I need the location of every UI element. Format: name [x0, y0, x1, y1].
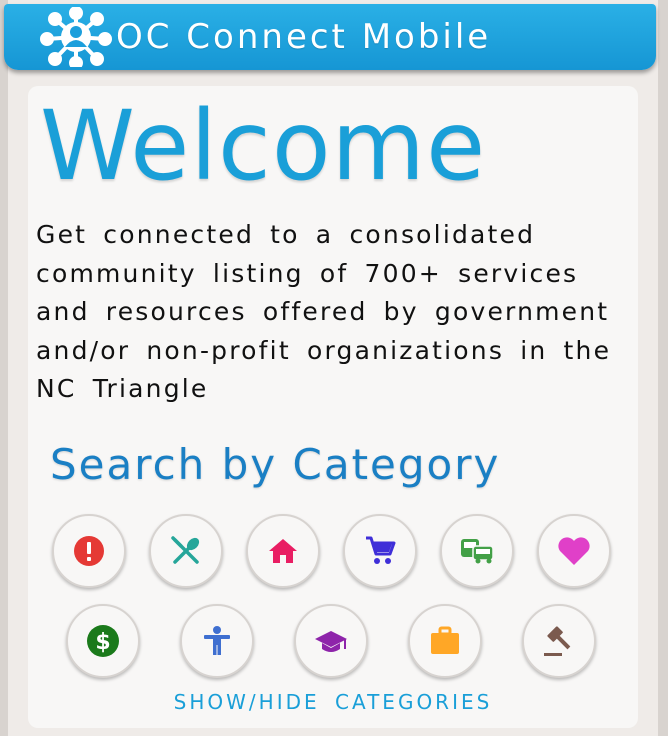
dollar-icon: $ [87, 625, 119, 657]
food-icon [171, 536, 200, 564]
legal-gavel-icon [544, 626, 571, 656]
category-housing-button[interactable] [246, 514, 320, 588]
welcome-card: Welcome Get connected to a consolidated … [28, 86, 638, 728]
search-by-category-heading: Search by Category [50, 440, 501, 489]
category-employment-button[interactable] [408, 604, 482, 678]
home-icon [269, 539, 297, 563]
transportation-icon [461, 539, 494, 564]
intro-text: Get connected to a consolidated communit… [36, 220, 612, 403]
alert-icon [74, 536, 104, 566]
app-title: OC Connect Mobile [116, 17, 492, 57]
category-food-button[interactable] [149, 514, 223, 588]
category-emergency-button[interactable] [52, 514, 126, 588]
svg-text:$: $ [95, 630, 110, 655]
people-network-logo-icon[interactable] [36, 4, 116, 70]
welcome-heading: Welcome [40, 90, 487, 202]
shopping-cart-icon [366, 536, 396, 564]
heart-icon [558, 537, 590, 565]
left-border [0, 0, 8, 736]
category-education-button[interactable] [294, 604, 368, 678]
right-scrollbar[interactable] [658, 0, 668, 736]
category-transportation-button[interactable] [440, 514, 514, 588]
category-financial-button[interactable]: $ [66, 604, 140, 678]
category-health-button[interactable] [537, 514, 611, 588]
category-legal-button[interactable] [522, 604, 596, 678]
app-header: OC Connect Mobile [4, 4, 656, 70]
briefcase-icon [431, 626, 459, 654]
accessibility-icon [204, 626, 230, 655]
education-icon [315, 631, 347, 652]
show-hide-categories-link[interactable]: SHOW/HIDE CATEGORIES [28, 690, 638, 714]
category-disability-button[interactable] [180, 604, 254, 678]
category-shopping-button[interactable] [343, 514, 417, 588]
